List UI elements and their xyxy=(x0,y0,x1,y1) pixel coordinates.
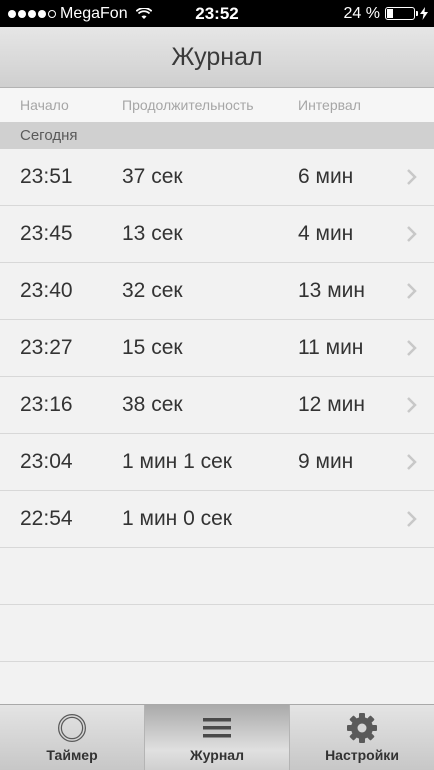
log-row[interactable]: 23:40 32 сек 13 мин xyxy=(0,263,434,320)
tab-bar: Таймер Журнал Настройки xyxy=(0,704,434,770)
log-row[interactable]: 23:51 37 сек 6 мин xyxy=(0,149,434,206)
section-header-today: Сегодня xyxy=(0,122,434,149)
chevron-right-icon xyxy=(407,283,417,299)
tab-label: Журнал xyxy=(190,747,244,763)
chevron-right-icon xyxy=(407,169,417,185)
log-row[interactable]: 22:54 1 мин 0 сек xyxy=(0,491,434,548)
log-duration: 32 сек xyxy=(122,279,183,302)
log-interval: 9 мин xyxy=(298,450,354,473)
log-row[interactable]: 23:04 1 мин 1 сек 9 мин xyxy=(0,434,434,491)
log-start: 23:27 xyxy=(20,336,73,359)
wifi-icon xyxy=(135,7,152,19)
log-list: 23:51 37 сек 6 мин 23:45 13 сек 4 мин 23… xyxy=(0,149,434,662)
log-duration: 1 мин 1 сек xyxy=(122,450,232,473)
log-duration: 38 сек xyxy=(122,393,183,416)
list-icon xyxy=(202,713,232,743)
chevron-right-icon xyxy=(407,511,417,527)
navigation-bar: Журнал xyxy=(0,27,434,88)
log-interval: 6 мин xyxy=(298,165,354,188)
chevron-right-icon xyxy=(407,226,417,242)
empty-row xyxy=(0,605,434,662)
signal-strength-icon xyxy=(8,9,56,18)
column-header-duration: Продолжительность xyxy=(122,97,254,113)
battery-icon xyxy=(385,7,418,20)
log-start: 23:04 xyxy=(20,450,73,473)
column-header-start: Начало xyxy=(20,97,69,113)
log-row[interactable]: 23:16 38 сек 12 мин xyxy=(0,377,434,434)
tab-journal[interactable]: Журнал xyxy=(145,705,290,770)
log-start: 23:51 xyxy=(20,165,73,188)
chevron-right-icon xyxy=(407,340,417,356)
log-duration: 15 сек xyxy=(122,336,183,359)
charging-bolt-icon xyxy=(420,7,428,20)
tab-label: Таймер xyxy=(46,747,98,763)
carrier-name: MegaFon xyxy=(60,4,128,22)
chevron-right-icon xyxy=(407,454,417,470)
column-header-interval: Интервал xyxy=(298,97,361,113)
battery-percent: 24 % xyxy=(343,4,380,22)
chevron-right-icon xyxy=(407,397,417,413)
gear-icon xyxy=(346,713,378,743)
log-interval: 11 мин xyxy=(298,336,364,359)
column-headers: Начало Продолжительность Интервал xyxy=(0,88,434,122)
log-row[interactable]: 23:45 13 сек 4 мин xyxy=(0,206,434,263)
log-duration: 37 сек xyxy=(122,165,183,188)
log-interval: 13 мин xyxy=(298,279,365,302)
timer-ring-icon xyxy=(57,713,87,743)
log-interval: 12 мин xyxy=(298,393,365,416)
empty-row xyxy=(0,548,434,605)
log-row[interactable]: 23:27 15 сек 11 мин xyxy=(0,320,434,377)
log-start: 23:45 xyxy=(20,222,73,245)
tab-settings[interactable]: Настройки xyxy=(290,705,434,770)
log-start: 22:54 xyxy=(20,507,73,530)
status-bar: MegaFon 23:52 24 % xyxy=(0,0,434,27)
tab-label: Настройки xyxy=(325,747,399,763)
log-duration: 13 сек xyxy=(122,222,183,245)
log-start: 23:16 xyxy=(20,393,73,416)
log-duration: 1 мин 0 сек xyxy=(122,507,232,530)
page-title: Журнал xyxy=(171,42,263,71)
tab-timer[interactable]: Таймер xyxy=(0,705,145,770)
log-start: 23:40 xyxy=(20,279,73,302)
log-interval: 4 мин xyxy=(298,222,354,245)
